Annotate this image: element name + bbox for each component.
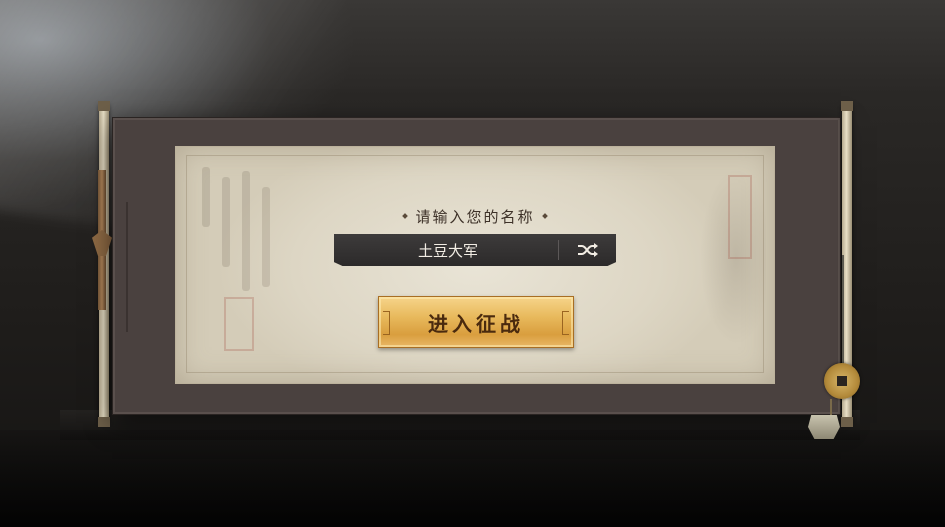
enter-battle-button[interactable]: 进入征战	[378, 296, 574, 348]
brush-stroke	[222, 177, 230, 267]
coin-hole	[837, 376, 847, 386]
frame-notch	[112, 202, 128, 332]
coin-pendant-icon	[800, 255, 860, 445]
scroll-tie	[92, 170, 112, 310]
jade-charm	[808, 415, 840, 439]
button-ornament-right	[562, 311, 569, 335]
name-prompt: 请输入您的名称	[385, 206, 565, 226]
brush-stroke	[202, 167, 210, 227]
pendant-cord-lower	[830, 399, 832, 417]
prompt-dot-right	[541, 213, 548, 219]
brush-stroke	[242, 171, 250, 291]
pendant-cord	[842, 255, 844, 365]
random-name-button[interactable]	[559, 234, 616, 266]
enter-battle-label: 进入征战	[428, 311, 524, 336]
rod-cap	[98, 417, 110, 427]
button-ornament-left	[383, 311, 390, 335]
prompt-dot-left	[402, 213, 409, 219]
faded-seal-right	[728, 175, 752, 259]
shuffle-icon	[577, 243, 598, 257]
faded-seal	[224, 297, 254, 351]
rod-cap	[98, 101, 110, 111]
game-scene: 请输入您的名称 进入征战	[0, 0, 945, 527]
rod-cap	[841, 101, 853, 111]
tie-knot	[92, 230, 112, 256]
name-input[interactable]	[334, 234, 562, 266]
ink-wash	[676, 157, 766, 367]
name-field	[334, 234, 616, 266]
prompt-text: 请输入您的名称	[415, 207, 535, 226]
brush-stroke	[262, 187, 270, 287]
